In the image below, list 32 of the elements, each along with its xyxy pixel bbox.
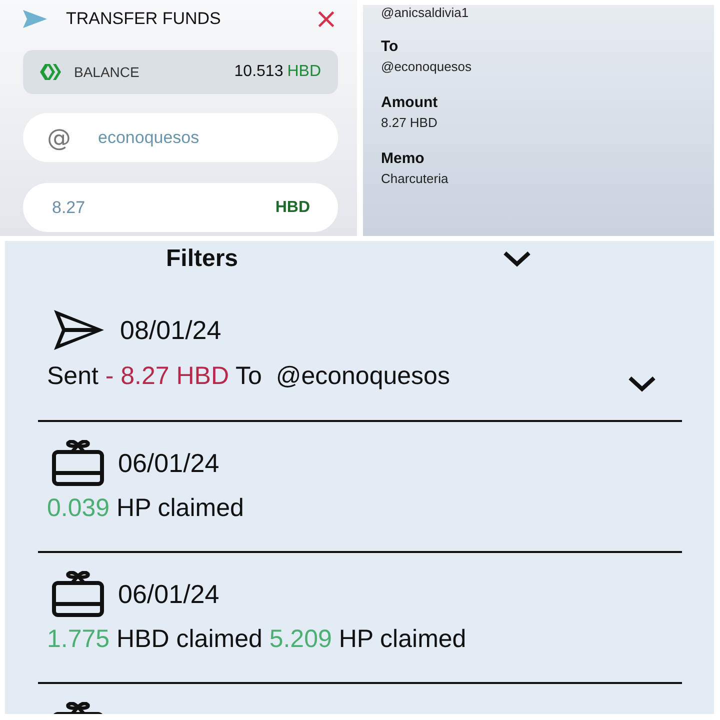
recipient-value: econoquesos — [98, 128, 200, 148]
filters-label: Filters — [166, 244, 238, 272]
gift-card-icon — [52, 571, 104, 617]
field-label: To — [381, 37, 400, 57]
transaction-text: 1.775 HBD claimed 5.209 HP claimed — [47, 625, 468, 654]
chevron-down-icon[interactable] — [627, 376, 657, 392]
transaction-date: 06/01/24 — [118, 578, 220, 610]
balance-currency: HBD — [287, 63, 321, 81]
field-label: Memo — [381, 149, 426, 169]
hive-logo-icon — [40, 64, 62, 80]
recipient-field[interactable]: @ econoquesos — [23, 113, 338, 162]
amount-field[interactable]: 8.27 HBD — [23, 183, 338, 232]
balance-label: BALANCE — [74, 64, 140, 80]
field-value: 8.27 HBD — [381, 114, 438, 132]
dialog-title: TRANSFER FUNDS — [66, 9, 222, 29]
transaction-text: 0.039 HP claimed — [47, 494, 245, 523]
field-value: @econoquesos — [381, 58, 473, 76]
send-icon — [52, 308, 106, 352]
at-sign: @ — [47, 124, 71, 152]
field-label: Amount — [381, 93, 439, 113]
send-icon — [23, 10, 47, 28]
gift-card-icon — [52, 440, 104, 486]
sender-value: @anicsaldivia1 — [381, 5, 470, 20]
currency-label: HBD — [275, 198, 310, 216]
transaction-date: 06/01/24 — [118, 448, 220, 478]
balance-amount: 10.513 — [234, 63, 284, 81]
amount-value: 8.27 — [51, 198, 86, 218]
field-value: Charcuteria — [381, 170, 450, 188]
close-button[interactable]: × — [314, 9, 338, 29]
transaction-text: Sent - 8.27 HBD To @econoquesos — [47, 362, 451, 390]
chevron-down-icon[interactable] — [502, 250, 532, 266]
transaction-date: 08/01/24 — [120, 314, 222, 346]
